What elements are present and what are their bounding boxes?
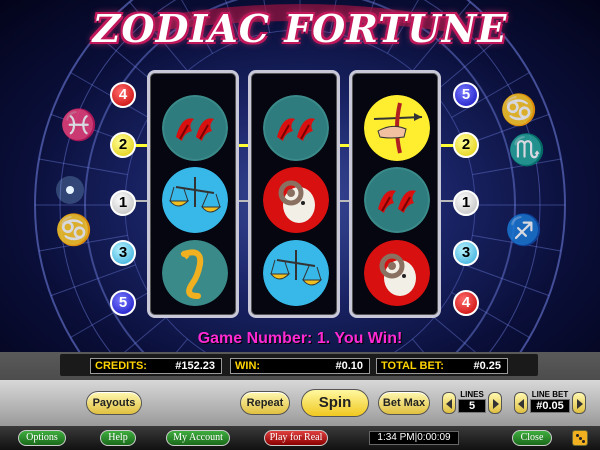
credits-label: CREDITS: xyxy=(95,360,147,372)
payline-left-badge[interactable]: 3 xyxy=(110,240,136,266)
connector-left xyxy=(135,200,147,202)
session-clock: 1:34 PM|0:00:09 xyxy=(369,431,459,445)
lines-label: LINES xyxy=(460,390,484,399)
bet-max-button[interactable]: Bet Max xyxy=(378,391,430,415)
aries-icon xyxy=(364,240,430,306)
payline-left-badge[interactable]: 2 xyxy=(110,132,136,158)
arrow-left-icon xyxy=(446,399,452,409)
reel-3 xyxy=(349,70,441,318)
aries-icon xyxy=(263,167,329,233)
svg-text:♋: ♋ xyxy=(55,212,92,248)
credits-value: #152.23 xyxy=(175,360,215,372)
arrow-right-icon xyxy=(493,399,499,409)
payouts-button[interactable]: Payouts xyxy=(86,391,142,415)
libra-icon xyxy=(263,240,329,306)
total-bet-value: #0.25 xyxy=(473,360,501,372)
payline-left-badge[interactable]: 5 xyxy=(110,290,136,316)
scorpio-icon xyxy=(162,240,228,306)
connector-mid2 xyxy=(340,200,349,202)
lines-increase-button[interactable] xyxy=(488,392,502,414)
connector-mid1 xyxy=(239,200,248,202)
win-readout: WIN: #0.10 xyxy=(230,358,370,374)
payline-right-badge[interactable]: 3 xyxy=(453,240,479,266)
win-label: WIN: xyxy=(235,360,261,372)
dice-icon[interactable] xyxy=(572,430,588,446)
game-message: Game Number: 1. You Win! xyxy=(197,330,403,347)
total-bet-readout: TOTAL BET: #0.25 xyxy=(376,358,508,374)
lines-value: 5 xyxy=(458,399,486,413)
svg-text:♏: ♏ xyxy=(508,132,545,168)
close-button[interactable]: Close xyxy=(512,430,552,446)
payline-right-badge[interactable]: 4 xyxy=(453,290,479,316)
lines-decrease-button[interactable] xyxy=(442,392,456,414)
options-button[interactable]: Options xyxy=(18,430,66,446)
libra-icon xyxy=(162,167,228,233)
credits-readout: CREDITS: #152.23 xyxy=(90,358,222,374)
svg-text:♐: ♐ xyxy=(505,212,542,248)
payline-right-badge[interactable]: 1 xyxy=(453,190,479,216)
line-bet-value: #0.05 xyxy=(530,399,570,413)
connector-right xyxy=(441,200,453,202)
spin-button[interactable]: Spin xyxy=(301,389,369,417)
payline-left-badge[interactable]: 4 xyxy=(110,82,136,108)
payline-right-badge[interactable]: 5 xyxy=(453,82,479,108)
sagittarius-icon xyxy=(364,95,430,161)
play-for-real-button[interactable]: Play for Real xyxy=(264,430,328,446)
my-account-button[interactable]: My Account xyxy=(166,430,230,446)
line-bet-stepper: LINE BET #0.05 xyxy=(530,390,570,416)
repeat-button[interactable]: Repeat xyxy=(240,391,290,415)
payline-right-badge[interactable]: 2 xyxy=(453,132,479,158)
reel-2 xyxy=(248,70,340,318)
payline-left-badge[interactable]: 1 xyxy=(110,190,136,216)
arrow-left-icon xyxy=(518,399,524,409)
cancer-icon xyxy=(364,167,430,233)
line-bet-label: LINE BET xyxy=(531,390,569,399)
arrow-right-icon xyxy=(577,399,583,409)
svg-text:♋: ♋ xyxy=(500,92,537,128)
total-bet-label: TOTAL BET: xyxy=(381,360,444,372)
win-value: #0.10 xyxy=(335,360,363,372)
lines-stepper: LINES 5 xyxy=(458,390,486,416)
line-bet-increase-button[interactable] xyxy=(572,392,586,414)
help-button[interactable]: Help xyxy=(100,430,136,446)
reel-1 xyxy=(147,70,239,318)
cancer-icon xyxy=(162,95,228,161)
line-bet-decrease-button[interactable] xyxy=(514,392,528,414)
svg-text:♓: ♓ xyxy=(60,107,97,143)
cancer-icon xyxy=(263,95,329,161)
game-title: ZODIAC FORTUNE xyxy=(92,6,508,51)
